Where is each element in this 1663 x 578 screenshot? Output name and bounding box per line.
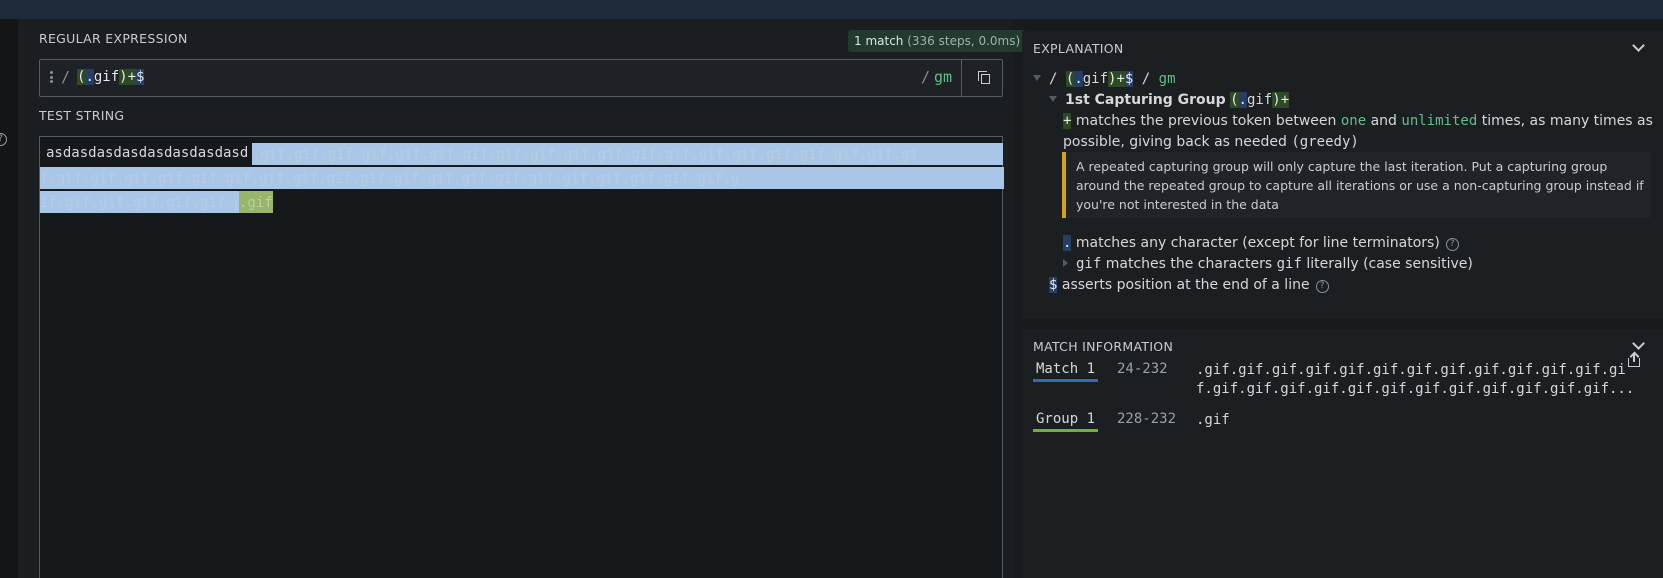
match-count: 1 match <box>854 34 904 48</box>
match-information-panel: MATCH INFORMATION Match 1 24-232 .gif.gi… <box>1022 329 1663 578</box>
triangle-down-icon[interactable] <box>1049 96 1057 102</box>
root-slash-open: / <box>1049 71 1058 87</box>
warning-note: A repeated capturing group will only cap… <box>1062 152 1650 218</box>
group-token-dot: . <box>1238 92 1247 108</box>
match-1-label[interactable]: Match 1 <box>1033 361 1099 382</box>
gif-desc-post: literally (case sensitive) <box>1301 256 1473 272</box>
test-string-text: asdasdasdasdasdasdasdasd .gif.gif.gif.gi… <box>40 137 1004 213</box>
test-line: f.gif.gif.gif.gif.gif.gif.gif.gif.gif.gi… <box>40 165 1004 189</box>
explanation-title: EXPLANATION <box>1033 41 1124 56</box>
match-1-value-line2: f.gif.gif.gif.gif.gif.gif.gif.gif.gif.gi… <box>1196 381 1635 397</box>
token-literal: gif <box>93 69 120 85</box>
test-prefix-text: asdasdasdasdasdasdasdasd <box>46 145 249 161</box>
token-anchor: $ <box>136 69 145 85</box>
chevron-down-icon[interactable] <box>1632 337 1645 350</box>
match-highlight: if.gif.gif.gif.gif.gif.gif <box>40 191 239 213</box>
match-info-title: MATCH INFORMATION <box>1033 339 1174 354</box>
root-slash-close: / <box>1141 71 1151 87</box>
regex-flags[interactable]: / gm <box>921 68 952 86</box>
anchor-desc-row: $ asserts position at the end of a line? <box>1049 277 1329 293</box>
test-string-label: TEST STRING <box>39 108 125 123</box>
root-token-quantifier: + <box>1116 71 1125 87</box>
quantifier-desc-post: times, as many times as <box>1477 113 1653 129</box>
quantifier-desc-row-2: possible, giving back as needed (greedy) <box>1063 134 1359 150</box>
capturing-group-heading: 1st Capturing Group <box>1065 92 1226 108</box>
token-group-close: ) <box>119 69 128 85</box>
group-token-quantifier: + <box>1280 92 1290 108</box>
help-icon[interactable]: ? <box>0 133 7 146</box>
top-navigation-bar <box>0 0 1663 19</box>
regex-delimiter-close: / <box>921 68 931 86</box>
root-flags: gm <box>1158 71 1176 87</box>
help-icon[interactable]: ? <box>1315 280 1329 293</box>
quantifier-one: one <box>1340 113 1367 129</box>
quantifier-desc-row: + matches the previous token between one… <box>1063 113 1653 129</box>
regex-section-label: REGULAR EXPRESSION <box>39 31 188 46</box>
capturing-group-row[interactable]: 1st Capturing Group (.gif)+ <box>1049 92 1290 108</box>
match-highlight: f.gif.gif.gif.gif.gif.gif.gif.gif.gif.gi… <box>40 167 1004 189</box>
quantifier-desc-text: matches the previous token between <box>1071 113 1341 129</box>
token-dot: . <box>85 69 94 85</box>
group-highlight: .gif <box>239 191 273 213</box>
group-1-label[interactable]: Group 1 <box>1033 411 1099 432</box>
help-icon[interactable]: ? <box>1445 238 1459 251</box>
group-1-value: .gif <box>1196 412 1230 428</box>
test-line: asdasdasdasdasdasdasdasd .gif.gif.gif.gi… <box>40 141 1004 165</box>
copy-regex-button[interactable] <box>961 60 1003 96</box>
token-quantifier: + <box>127 69 137 85</box>
gif-desc-pre: matches the characters <box>1101 256 1277 272</box>
gif-desc-row[interactable]: gif matches the characters gif literally… <box>1063 256 1473 272</box>
explanation-root[interactable]: / (.gif)+$ / gm <box>1033 71 1176 87</box>
quantifier-greedy: (greedy) <box>1291 134 1359 150</box>
group-token-close: ) <box>1272 92 1281 108</box>
regex-flags-value: gm <box>934 68 953 86</box>
explanation-panel: EXPLANATION / (.gif)+$ / gm 1st Capturin… <box>1022 31 1663 319</box>
regex-delimiter-open: / <box>61 68 71 86</box>
match-1-value-line1: .gif.gif.gif.gif.gif.gif.gif.gif.gif.gif… <box>1196 362 1626 378</box>
quantifier-and: and <box>1366 113 1402 129</box>
match-count-badge: 1 match (336 steps, 0.0ms) <box>848 30 1027 52</box>
left-sidebar-strip: ? <box>0 19 18 578</box>
regex-input[interactable]: / (.gif)+$ / gm <box>39 59 1003 97</box>
quantifier-unlimited: unlimited <box>1401 113 1478 129</box>
match-highlight: .gif.gif.gif.gif.gif.gif.gif.gif.gif.gif… <box>252 143 1003 165</box>
test-line: if.gif.gif.gif.gif.gif.gif .gif <box>40 189 1004 213</box>
chevron-down-icon[interactable] <box>1632 39 1645 52</box>
root-token-dot: . <box>1074 71 1083 87</box>
root-token-anchor: $ <box>1124 71 1134 87</box>
anchor-desc-text: asserts position at the end of a line <box>1057 277 1310 293</box>
regex-pattern[interactable]: (.gif)+$ <box>77 69 145 85</box>
gif-token: gif <box>1076 256 1102 272</box>
copy-icon <box>978 71 990 84</box>
match-steps: (336 steps, 0.0ms) <box>907 34 1021 48</box>
gif-token-inline: gif <box>1276 256 1302 272</box>
test-string-input[interactable]: asdasdasdasdasdasdasdasd .gif.gif.gif.gi… <box>39 136 1004 578</box>
group-1-range: 228-232 <box>1117 411 1177 427</box>
quantifier-desc-line2: possible, giving back as needed <box>1063 134 1287 150</box>
warning-note-text: A repeated capturing group will only cap… <box>1076 159 1644 212</box>
group-token-literal: gif <box>1246 92 1273 108</box>
dot-desc-text: matches any character (except for line t… <box>1071 235 1440 251</box>
triangle-down-icon[interactable] <box>1033 75 1041 81</box>
group-token-open: ( <box>1230 92 1239 108</box>
triangle-right-icon[interactable] <box>1063 259 1068 267</box>
match-1-range: 24-232 <box>1117 361 1168 377</box>
dot-desc-row: . matches any character (except for line… <box>1063 235 1459 251</box>
root-token-literal: gif <box>1082 71 1109 87</box>
grip-icon[interactable] <box>50 71 54 83</box>
